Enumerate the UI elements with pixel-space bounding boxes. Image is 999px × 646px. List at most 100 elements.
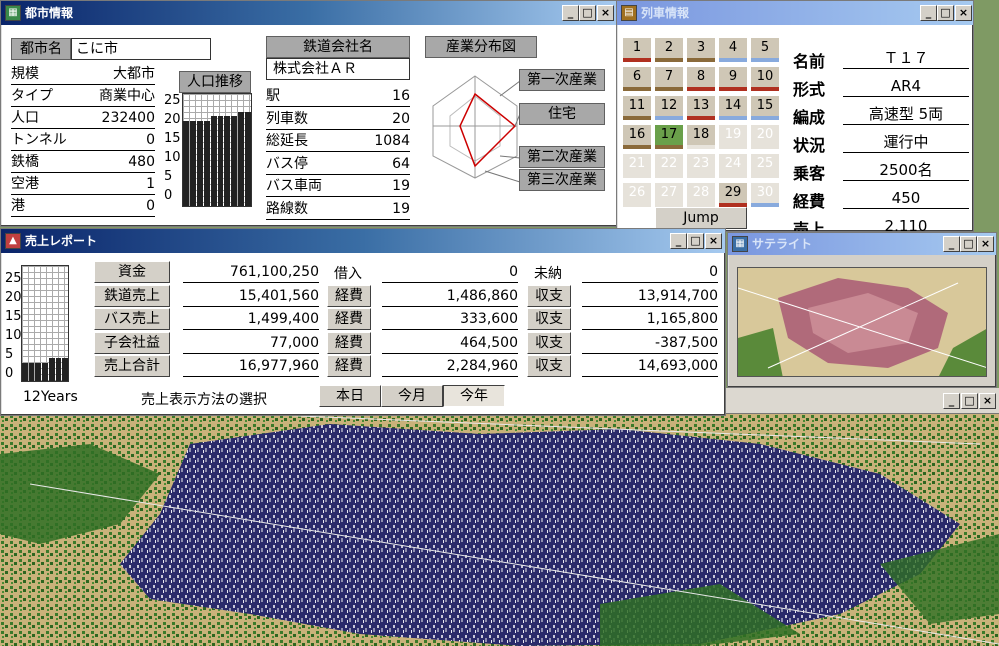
train-slot-30: 30 (751, 183, 779, 207)
sales-col2-label[interactable]: 経費 (327, 331, 371, 354)
train-slot-number: 18 (692, 127, 710, 142)
sales-col3-value: 0 (582, 263, 718, 283)
city-minimize-button[interactable]: _ (562, 5, 579, 21)
train-slot-17[interactable]: 17 (655, 125, 683, 149)
train-slot-status-bar (751, 58, 779, 62)
satellite-close-button[interactable]: × (977, 236, 994, 252)
train-slot-13[interactable]: 13 (687, 96, 715, 120)
industry-map-button[interactable]: 産業分布図 (425, 36, 537, 58)
satellite-minimize-button[interactable]: _ (943, 236, 960, 252)
sales-col3-label[interactable]: 収支 (527, 355, 571, 377)
train-slot-3[interactable]: 3 (687, 38, 715, 62)
sales-row-label[interactable]: バス売上 (94, 308, 170, 330)
sales-col2-label[interactable]: 経費 (327, 284, 371, 307)
train-slot-status-bar (719, 58, 747, 62)
company-stat-value: 19 (392, 200, 410, 217)
train-slot-1[interactable]: 1 (623, 38, 651, 62)
sales-row-label[interactable]: 資金 (94, 261, 170, 283)
train-slot-25: 25 (751, 154, 779, 178)
axis-tick-label: 20 (5, 290, 22, 305)
city-info-window[interactable]: ▦ 都市情報 _ □ × 都市名 こに市 規模 大都市 タイプ 商業中心 人口 23240… (0, 0, 618, 227)
map-minimize-button[interactable]: _ (943, 393, 960, 409)
train-slot-6[interactable]: 6 (623, 67, 651, 91)
sales-row-value: 761,100,250 (183, 263, 319, 283)
jump-button[interactable]: Jump (655, 207, 747, 229)
train-slot-9[interactable]: 9 (719, 67, 747, 91)
city-stat-label: タイプ (11, 88, 53, 104)
sales-col2-label[interactable]: 経費 (327, 308, 371, 330)
train-info-value: 2,110 (843, 216, 969, 231)
train-slot-11[interactable]: 11 (623, 96, 651, 120)
city-map-view[interactable]: _ □ × (0, 388, 999, 646)
company-stat-row: バス車両 19 (266, 177, 410, 197)
train-icon: ▤ (621, 5, 637, 21)
train-minimize-button[interactable]: _ (920, 5, 937, 21)
satellite-map[interactable] (737, 267, 987, 377)
sales-minimize-button[interactable]: _ (670, 233, 687, 249)
train-slot-number: 2 (664, 40, 674, 55)
train-slot-number: 23 (692, 156, 710, 171)
axis-tick-label: 20 (164, 112, 181, 127)
company-name-field: 株式会社ＡＲ (266, 58, 410, 80)
sales-tab-0[interactable]: 本日 (319, 385, 381, 407)
train-slot-number: 20 (756, 127, 774, 142)
train-close-button[interactable]: × (955, 5, 972, 21)
sales-tab-1[interactable]: 今月 (381, 385, 443, 407)
city-maximize-button[interactable]: □ (579, 5, 596, 21)
axis-tick-label: 0 (164, 188, 173, 203)
company-stat-label: 総延長 (266, 133, 308, 149)
train-slot-7[interactable]: 7 (655, 67, 683, 91)
city-stat-row: タイプ 商業中心 (11, 87, 155, 107)
city-map-canvas[interactable] (0, 414, 999, 646)
city-stat-label: 空港 (11, 176, 39, 192)
sales-row-label[interactable]: 売上合計 (94, 355, 170, 377)
train-slot-23: 23 (687, 154, 715, 178)
satellite-maximize-button[interactable]: □ (960, 236, 977, 252)
train-slot-29[interactable]: 29 (719, 183, 747, 207)
train-info-label: 状況 (793, 136, 826, 155)
sales-row-label[interactable]: 子会社益 (94, 331, 170, 354)
train-slot-number: 13 (692, 98, 710, 113)
chart-bar (224, 116, 231, 206)
sales-row-value: 1,499,400 (183, 310, 319, 330)
sales-col3-label[interactable]: 収支 (527, 284, 571, 307)
chart-bar (35, 362, 42, 381)
sales-maximize-button[interactable]: □ (687, 233, 704, 249)
train-slot-14[interactable]: 14 (719, 96, 747, 120)
sales-close-button[interactable]: × (705, 233, 722, 249)
train-maximize-button[interactable]: □ (937, 5, 954, 21)
sales-tab-2[interactable]: 今年 (443, 385, 505, 407)
train-slot-8[interactable]: 8 (687, 67, 715, 91)
train-slot-5[interactable]: 5 (751, 38, 779, 62)
city-stat-label: 人口 (11, 110, 39, 126)
train-slot-2[interactable]: 2 (655, 38, 683, 62)
sales-col3-label[interactable]: 収支 (527, 331, 571, 354)
train-slot-10[interactable]: 10 (751, 67, 779, 91)
map-maximize-button[interactable]: □ (961, 393, 978, 409)
sales-col3-label[interactable]: 収支 (527, 308, 571, 330)
train-slot-18[interactable]: 18 (687, 125, 715, 149)
city-close-button[interactable]: × (597, 5, 614, 21)
axis-tick-label: 5 (5, 347, 14, 362)
map-close-button[interactable]: × (979, 393, 996, 409)
city-stat-value: 1 (146, 176, 155, 192)
train-slot-16[interactable]: 16 (623, 125, 651, 149)
sales-row-label[interactable]: 鉄道売上 (94, 284, 170, 307)
sales-col3-label: 未納 (534, 266, 562, 282)
train-info-window[interactable]: ▤ 列車情報 _ □ × 1 2 3 4 5 6 7 8 9 10 11 12 13 14 15 16 17 18… (616, 0, 974, 232)
sales-report-title: 売上レポート (25, 234, 98, 248)
train-info-value: AR4 (843, 76, 969, 97)
train-slot-status-bar (719, 116, 747, 120)
train-slot-4[interactable]: 4 (719, 38, 747, 62)
satellite-window[interactable]: ▦ サテライト _ □ × (727, 232, 997, 388)
train-slot-15[interactable]: 15 (751, 96, 779, 120)
city-name-field[interactable]: こに市 (71, 38, 211, 60)
sales-col2-label[interactable]: 経費 (327, 355, 371, 377)
train-slot-status-bar (751, 87, 779, 91)
axis-tick-label: 15 (5, 309, 22, 324)
axis-tick-label: 5 (164, 169, 173, 184)
train-slot-12[interactable]: 12 (655, 96, 683, 120)
city-name-label: 都市名 (11, 38, 71, 60)
sales-report-window[interactable]: ▲ 売上レポート _ □ × 25 20 15 10 5 0 12Years 資金 761,… (0, 228, 726, 416)
company-stat-row: バス停 64 (266, 155, 410, 175)
